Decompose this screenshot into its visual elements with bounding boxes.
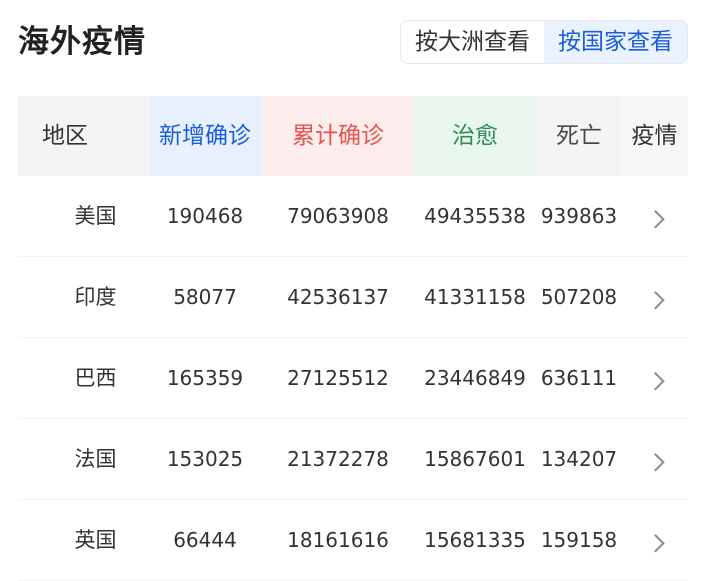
cell-cured: 15867601: [424, 447, 526, 471]
cell-region: 印度: [74, 285, 117, 309]
cell-death: 134207: [540, 447, 618, 471]
table-row[interactable]: 美国 190468 79063908 49435538 939863: [18, 176, 688, 257]
view-by-country-button[interactable]: 按国家查看: [544, 21, 687, 63]
page-title: 海外疫情: [18, 24, 146, 60]
column-header-total-confirmed: 累计确诊: [263, 96, 413, 176]
cell-total-confirmed: 21372278: [287, 447, 389, 471]
cell-new-confirmed: 66444: [173, 528, 237, 552]
cell-new-confirmed: 165359: [166, 366, 244, 390]
cell-death: 159158: [540, 528, 618, 552]
table-row[interactable]: 印度 58077 42536137 41331158 507208: [18, 257, 688, 338]
cell-cured: 15681335: [424, 528, 526, 552]
cell-cured: 23446849: [424, 366, 526, 390]
cell-total-confirmed: 79063908: [287, 204, 389, 228]
cell-death: 939863: [540, 204, 618, 228]
cell-region: 英国: [74, 528, 117, 552]
header: 海外疫情 按大洲查看 按国家查看: [18, 18, 688, 68]
cell-total-confirmed: 27125512: [287, 366, 389, 390]
cell-cured: 49435538: [424, 204, 526, 228]
cell-death: 636111: [540, 366, 618, 390]
table-row[interactable]: 巴西 165359 27125512 23446849 636111: [18, 338, 688, 419]
cell-region: 巴西: [74, 366, 117, 390]
country-table: 地区 新增确诊 累计确诊 治愈 死亡 疫情 美国 190468 79063908…: [18, 96, 688, 581]
table-row[interactable]: 法国 153025 21372278 15867601 134207: [18, 419, 688, 500]
column-header-new-confirmed: 新增确诊: [149, 96, 261, 176]
table-row[interactable]: 英国 66444 18161616 15681335 159158: [18, 500, 688, 581]
cell-new-confirmed: 190468: [166, 204, 244, 228]
cell-total-confirmed: 18161616: [287, 528, 389, 552]
column-header-region: 地区: [42, 123, 88, 149]
column-header-cured: 治愈: [415, 96, 535, 176]
cell-region: 法国: [74, 447, 117, 471]
cell-new-confirmed: 58077: [173, 285, 237, 309]
cell-cured: 41331158: [424, 285, 526, 309]
column-header-death: 死亡: [537, 96, 621, 176]
view-by-continent-button[interactable]: 按大洲查看: [401, 21, 544, 63]
view-toggle: 按大洲查看 按国家查看: [400, 20, 688, 64]
cell-region: 美国: [74, 204, 117, 228]
cell-new-confirmed: 153025: [166, 447, 244, 471]
cell-total-confirmed: 42536137: [287, 285, 389, 309]
column-header-detail: 疫情: [621, 96, 688, 176]
cell-death: 507208: [540, 285, 618, 309]
table-header: 地区 新增确诊 累计确诊 治愈 死亡 疫情: [18, 96, 688, 176]
